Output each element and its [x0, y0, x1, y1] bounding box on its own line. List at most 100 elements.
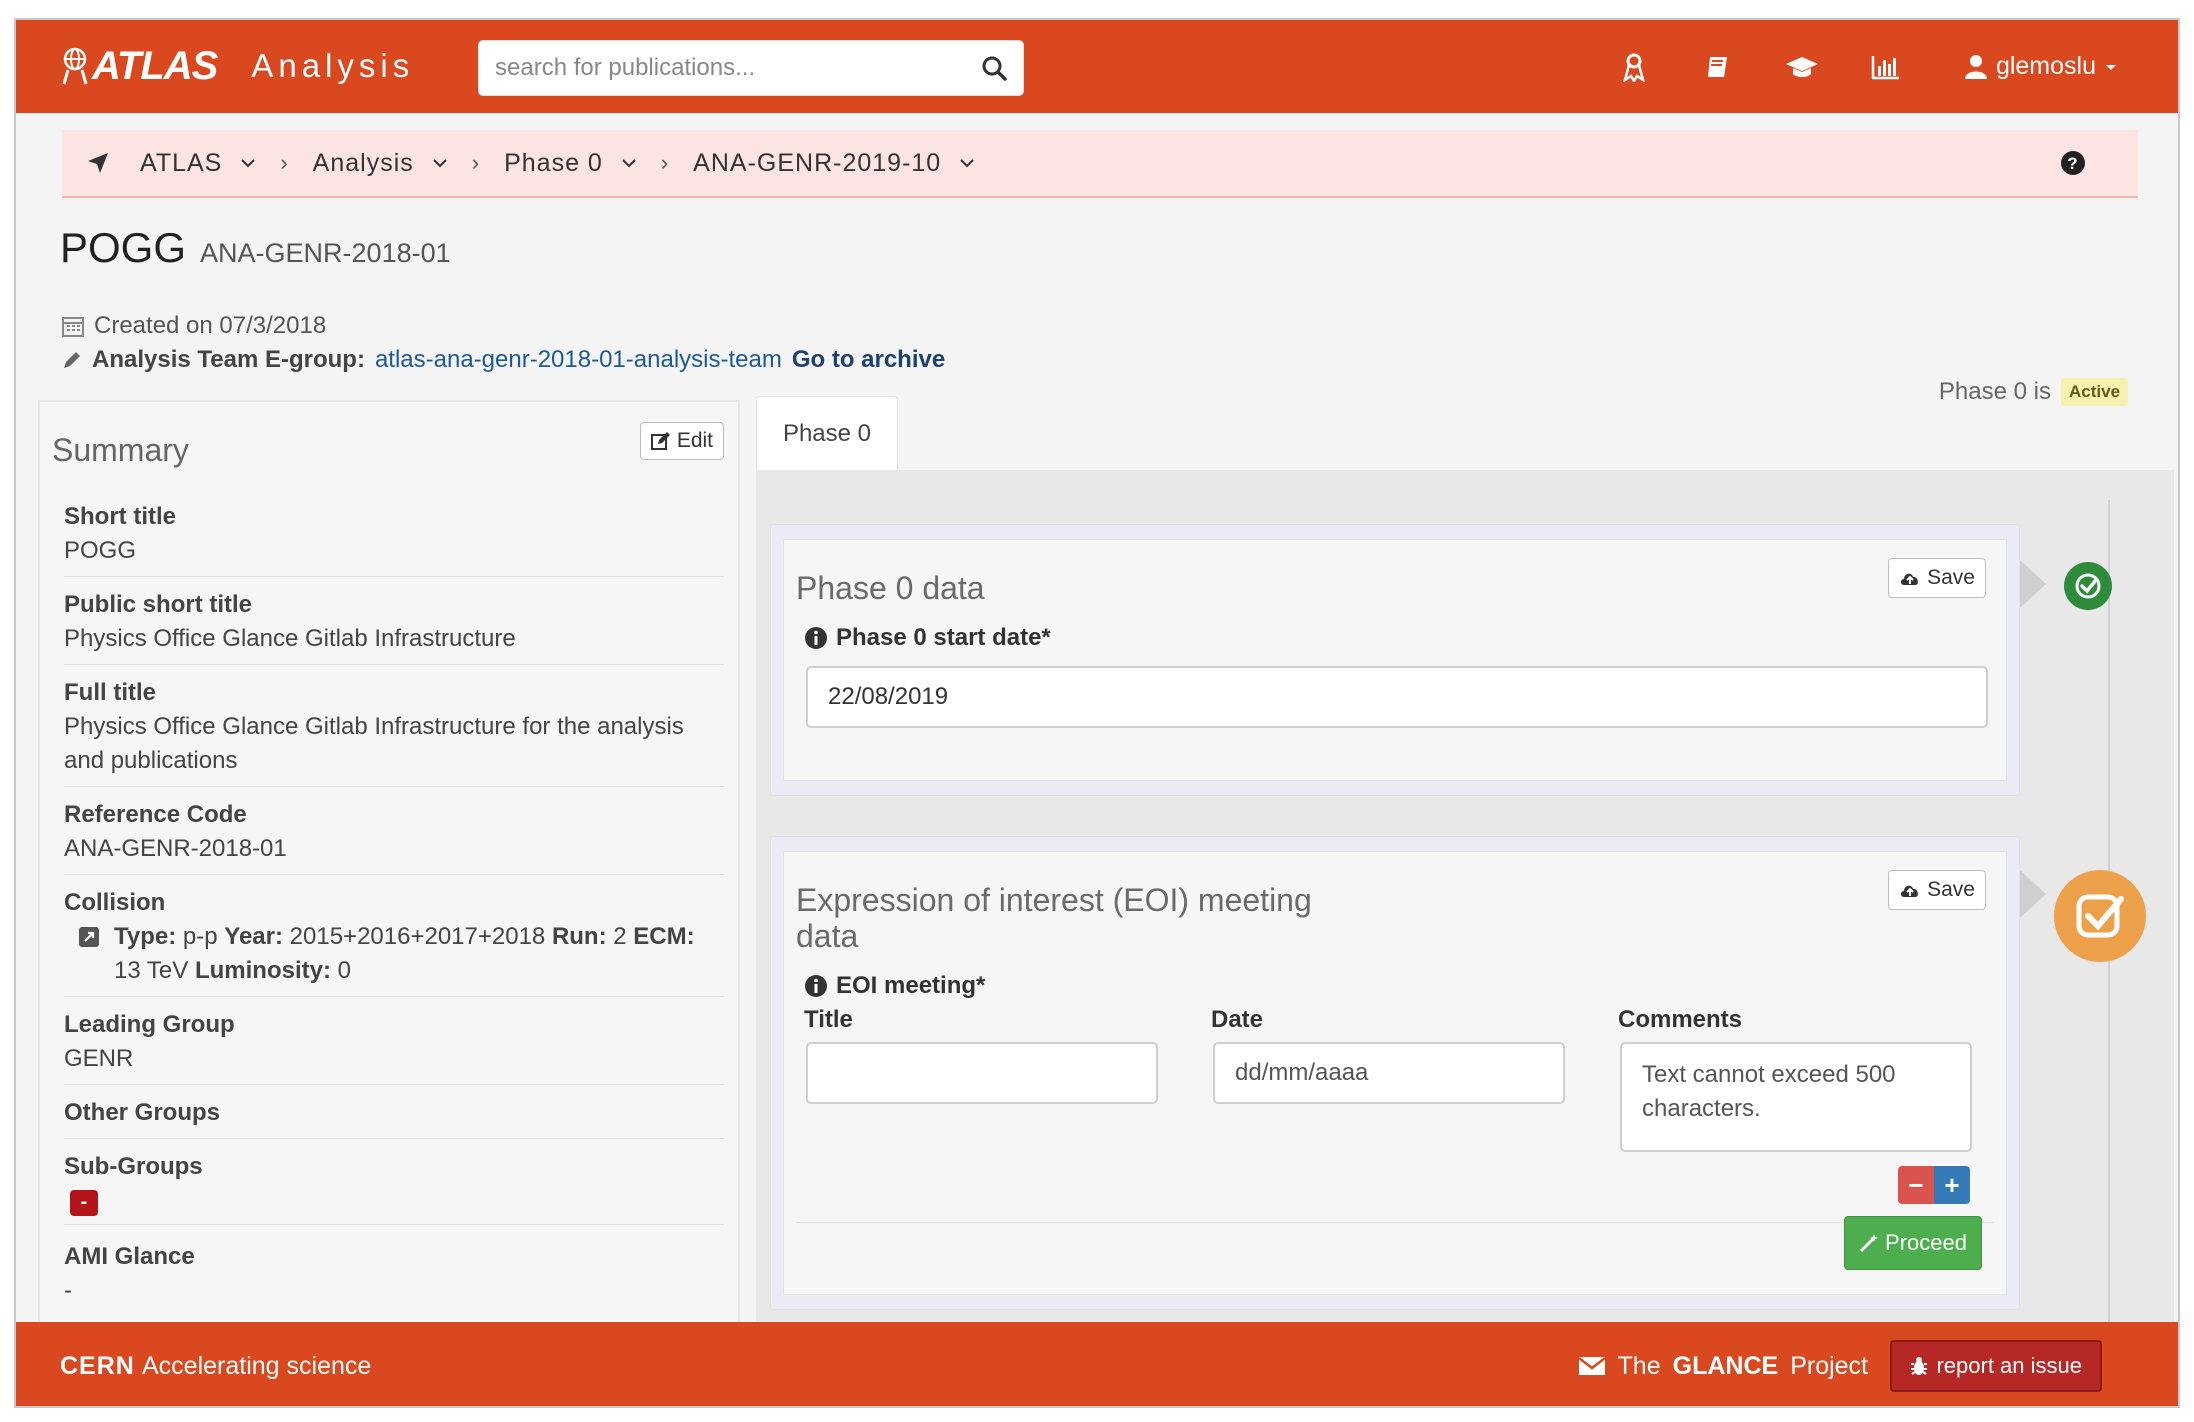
chevron-down-icon	[433, 159, 447, 168]
eoi-title-input[interactable]	[806, 1042, 1158, 1104]
project-suffix: Project	[1790, 1351, 1868, 1380]
save-label: Save	[1927, 878, 1975, 901]
go-to-archive-link[interactable]: Go to archive	[792, 346, 945, 374]
chevron-down-icon	[960, 159, 974, 168]
report-issue-button[interactable]: report an issue	[1890, 1340, 2102, 1392]
comments-column-label: Comments	[1618, 1006, 1743, 1033]
svg-text:?: ?	[2067, 154, 2078, 173]
save-button[interactable]: Save	[1888, 870, 1986, 910]
field-collision: Collision Type: p-p Year: 2015+2016+2017…	[64, 886, 724, 997]
egroup-link[interactable]: atlas-ana-genr-2018-01-analysis-team	[375, 346, 782, 374]
atlas-logo[interactable]: ATLAS Analysis	[58, 32, 414, 100]
field-label: Full title	[64, 679, 156, 706]
nav-icon-group: glemoslu	[1612, 20, 2118, 113]
save-label: Save	[1927, 566, 1975, 589]
save-button[interactable]: Save	[1888, 558, 1986, 598]
app-window: ATLAS Analysis gl	[14, 18, 2180, 1408]
glance-project-link[interactable]: The GLANCE Project	[1577, 1351, 1868, 1381]
chevron-right-icon: ›	[471, 150, 481, 175]
phase0-start-date-input[interactable]	[806, 666, 1988, 728]
edit-label: Edit	[676, 429, 713, 452]
field-label: Short title	[64, 503, 176, 530]
panel-title: Expression of interest (EOI) meeting dat…	[796, 882, 1312, 954]
eoi-meeting-panel: Expression of interest (EOI) meeting dat…	[783, 851, 2007, 1295]
proceed-label: Proceed	[1885, 1230, 1967, 1255]
field-reference-code: Reference Code ANA-GENR-2018-01	[64, 798, 724, 875]
cloud-upload-icon	[1901, 573, 1919, 585]
chevron-down-icon	[622, 159, 636, 168]
field-value: ANA-GENR-2018-01	[64, 835, 287, 862]
breadcrumb-label: ATLAS	[140, 148, 223, 177]
info-icon	[805, 627, 827, 649]
username-label: glemoslu	[1995, 52, 2096, 80]
label-text: Phase 0 start date*	[836, 624, 1051, 651]
project-name: GLANCE	[1672, 1351, 1779, 1380]
search-icon[interactable]	[981, 55, 1007, 81]
collision-details: Type: p-p Year: 2015+2016+2017+2018 Run:…	[64, 920, 724, 988]
summary-heading: Summary	[52, 432, 189, 468]
phase0-start-date-label: Phase 0 start date*	[804, 624, 1051, 652]
external-link-icon[interactable]	[78, 926, 100, 948]
info-icon	[805, 975, 827, 997]
field-sub-groups: Sub-Groups -	[64, 1150, 724, 1225]
breadcrumb-item-analysis-code[interactable]: ANA-GENR-2019-10	[693, 149, 975, 178]
title-line: Expression of interest (EOI) meeting	[796, 882, 1312, 918]
chevron-right-icon: ›	[280, 150, 289, 175]
app-name: Analysis	[251, 47, 415, 84]
title-column-label: Title	[804, 1006, 853, 1033]
eoi-date-input[interactable]	[1213, 1042, 1565, 1104]
field-label: Public short title	[64, 591, 253, 618]
page-title: POGG ANA-GENR-2018-01	[60, 224, 451, 272]
egroup-label: Analysis Team E-group:	[92, 346, 365, 373]
field-label: Reference Code	[64, 801, 247, 828]
footer-org[interactable]: CERN	[60, 1352, 135, 1381]
title-line: data	[796, 918, 859, 954]
user-icon	[1964, 54, 1987, 79]
globe-icon	[62, 47, 88, 85]
caret-down-icon	[2106, 64, 2116, 70]
status-badge: Active	[2060, 378, 2128, 406]
phase-status: Phase 0 is Active	[1939, 378, 2128, 406]
breadcrumb-label: Phase 0	[504, 148, 603, 177]
ribbon-icon[interactable]	[1612, 45, 1656, 89]
bar-chart-icon[interactable]	[1864, 45, 1908, 89]
phase0-data-panel: Phase 0 data Save Phase 0 start date*	[783, 539, 2007, 781]
cloud-upload-icon	[1901, 885, 1919, 897]
field-value: POGG	[64, 537, 137, 564]
phase0-data-card: Phase 0 data Save Phase 0 start date*	[770, 524, 2020, 796]
book-icon[interactable]	[1696, 45, 1740, 89]
tab-phase-0[interactable]: Phase 0	[756, 396, 898, 470]
eoi-meeting-label: EOI meeting*	[804, 972, 985, 1000]
proceed-button[interactable]: Proceed	[1844, 1216, 1982, 1270]
help-icon[interactable]: ?	[2060, 150, 2086, 176]
created-label: Created on 07/3/2018	[94, 312, 327, 339]
phase-content: Phase 0 data Save Phase 0 start date* Ex…	[756, 470, 2174, 1406]
subgroup-badge[interactable]: -	[70, 1190, 98, 1216]
graduation-cap-icon[interactable]	[1780, 45, 1824, 89]
field-label: Leading Group	[64, 1011, 235, 1038]
edit-icon	[650, 432, 670, 450]
check-pending-icon	[2054, 870, 2146, 962]
project-prefix: The	[1617, 1351, 1661, 1380]
breadcrumb-item-analysis[interactable]: Analysis	[313, 149, 448, 178]
edit-button[interactable]: Edit	[639, 422, 724, 460]
pencil-icon	[64, 352, 80, 368]
field-value: -	[64, 1277, 72, 1304]
add-row-button[interactable]: +	[1934, 1166, 1970, 1204]
timeline-arrow	[2020, 870, 2046, 918]
chevron-right-icon: ›	[660, 150, 670, 175]
eoi-meeting-card: Expression of interest (EOI) meeting dat…	[770, 836, 2020, 1310]
field-value: Physics Office Glance Gitlab Infrastruct…	[64, 713, 684, 774]
breadcrumb-item-phase0[interactable]: Phase 0	[504, 149, 637, 178]
report-label: report an issue	[1936, 1353, 2082, 1378]
field-label: Other Groups	[64, 1099, 221, 1126]
timeline-arrow	[2020, 560, 2046, 608]
eoi-comments-textarea[interactable]	[1620, 1042, 1972, 1152]
remove-row-button[interactable]: −	[1898, 1166, 1934, 1204]
user-menu[interactable]: glemoslu	[1964, 52, 2118, 81]
field-value: GENR	[64, 1045, 134, 1072]
breadcrumb-item-atlas[interactable]: ATLAS	[140, 149, 256, 178]
footer: CERN Accelerating science The GLANCE Pro…	[16, 1322, 2178, 1406]
field-ami-glance: AMI Glance -	[64, 1240, 724, 1316]
search-input[interactable]	[495, 54, 981, 82]
